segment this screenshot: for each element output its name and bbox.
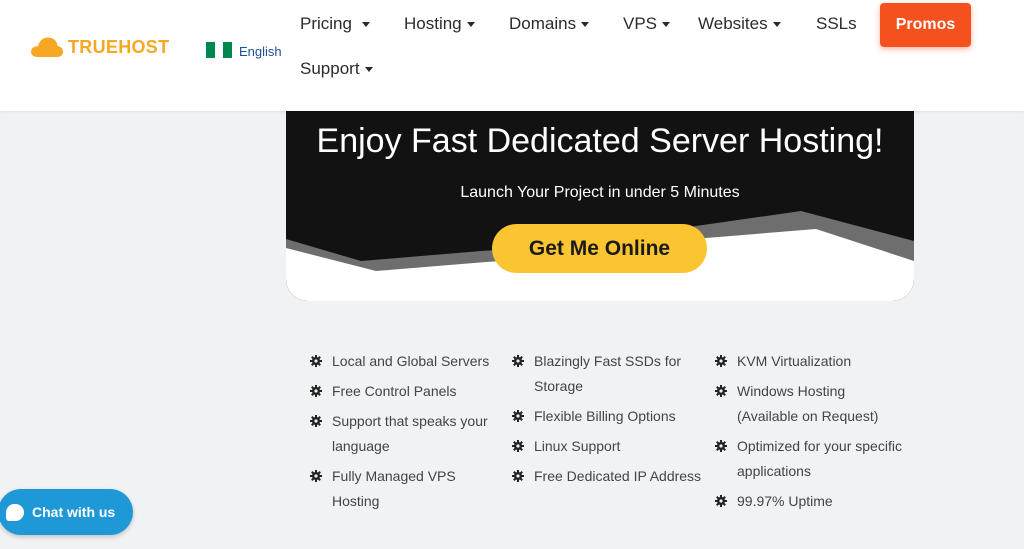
feature-item: Support that speaks your language — [310, 409, 500, 459]
promos-button[interactable]: Promos — [880, 3, 971, 47]
gear-icon — [310, 415, 322, 427]
nav-support[interactable]: Support — [300, 59, 373, 79]
hero-subtitle: Launch Your Project in under 5 Minutes — [460, 184, 740, 201]
nav-websites-label: Websites — [698, 14, 768, 33]
nav-websites[interactable]: Websites — [698, 14, 781, 34]
features-column-3: KVM Virtualization Windows Hosting (Avai… — [715, 349, 905, 519]
feature-item: Windows Hosting (Available on Request) — [715, 379, 905, 429]
chevron-down-icon — [361, 21, 370, 27]
gear-icon — [310, 355, 322, 367]
features-column-1: Local and Global Servers Free Control Pa… — [310, 349, 500, 519]
chevron-down-icon — [581, 21, 590, 27]
feature-text: Linux Support — [534, 438, 621, 454]
nav-ssls-label: SSLs — [816, 14, 857, 33]
feature-text: Support that speaks your language — [332, 413, 488, 454]
feature-item: KVM Virtualization — [715, 349, 905, 374]
nav-ssls[interactable]: SSLs — [816, 14, 857, 34]
hero-title: Enjoy Fast Dedicated Server Hosting! — [316, 122, 884, 160]
feature-item: Blazingly Fast SSDs for Storage — [512, 349, 702, 399]
gear-icon — [715, 355, 727, 367]
feature-text: KVM Virtualization — [737, 353, 852, 369]
nav-domains[interactable]: Domains — [509, 14, 590, 34]
chat-bubble-icon — [6, 503, 24, 521]
feature-text: Blazingly Fast SSDs for Storage — [534, 353, 682, 394]
gear-icon — [310, 470, 322, 482]
gear-icon — [512, 470, 524, 482]
gear-icon — [715, 385, 727, 397]
language-selector[interactable]: English — [206, 40, 282, 59]
nav-hosting-label: Hosting — [404, 14, 462, 33]
gear-icon — [512, 440, 524, 452]
nav-hosting[interactable]: Hosting — [404, 14, 475, 34]
feature-item: Optimized for your specific applications — [715, 434, 905, 484]
feature-item: Linux Support — [512, 434, 702, 459]
brand-name: TRUEHOST — [68, 36, 170, 57]
chevron-down-icon — [466, 21, 475, 27]
language-label: English — [239, 44, 282, 59]
hero-banner: Enjoy Fast Dedicated Server Hosting! Lau… — [286, 111, 914, 301]
feature-item: Fully Managed VPS Hosting — [310, 464, 500, 514]
gear-icon — [512, 410, 524, 422]
nav-support-label: Support — [300, 59, 360, 78]
feature-text: Free Control Panels — [332, 383, 457, 399]
site-header: TRUEHOST English Pricing Hosting Domains… — [0, 0, 1024, 111]
feature-item: Free Control Panels — [310, 379, 500, 404]
feature-text: Local and Global Servers — [332, 353, 490, 369]
chevron-down-icon — [364, 66, 373, 72]
features-column-2: Blazingly Fast SSDs for Storage Flexible… — [512, 349, 702, 494]
logo[interactable]: TRUEHOST — [30, 36, 169, 58]
feature-text: Windows Hosting (Available on Request) — [737, 383, 879, 424]
gear-icon — [715, 440, 727, 452]
chevron-down-icon — [772, 21, 781, 27]
feature-item: Local and Global Servers — [310, 349, 500, 374]
gear-icon — [715, 495, 727, 507]
nigeria-flag-icon — [206, 41, 233, 58]
feature-text: Free Dedicated IP Address — [534, 468, 702, 484]
feature-item: 99.97% Uptime — [715, 489, 905, 514]
nav-domains-label: Domains — [509, 14, 577, 33]
feature-text: Flexible Billing Options — [534, 408, 676, 424]
nav-vps-label: VPS — [623, 14, 658, 33]
feature-text: Optimized for your specific applications — [737, 438, 902, 479]
gear-icon — [310, 385, 322, 397]
get-me-online-button[interactable]: Get Me Online — [492, 224, 707, 273]
nav-vps[interactable]: VPS — [623, 14, 671, 34]
chevron-down-icon — [662, 21, 671, 27]
cloud-logo-icon — [31, 37, 64, 57]
chat-label: Chat with us — [32, 504, 116, 520]
gear-icon — [512, 355, 524, 367]
nav-pricing[interactable]: Pricing — [300, 14, 370, 34]
chat-with-us-button[interactable]: Chat with us — [0, 489, 133, 535]
feature-text: 99.97% Uptime — [737, 493, 833, 509]
feature-item: Free Dedicated IP Address — [512, 464, 702, 489]
nav-pricing-label: Pricing — [300, 14, 352, 33]
feature-text: Fully Managed VPS Hosting — [332, 468, 456, 509]
feature-item: Flexible Billing Options — [512, 404, 702, 429]
